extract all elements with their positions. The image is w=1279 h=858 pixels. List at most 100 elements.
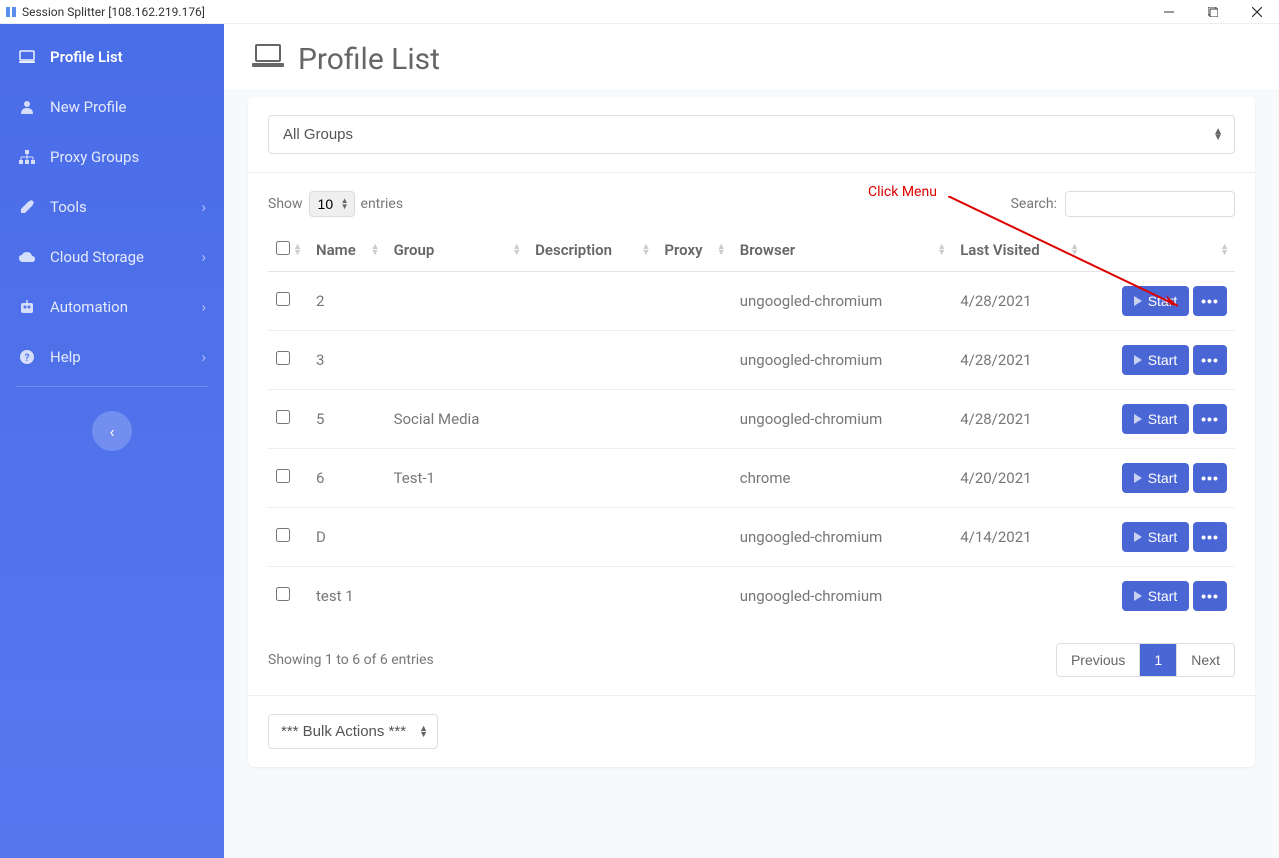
col-browser[interactable]: Browser▲▼ [732,229,952,272]
row-checkbox[interactable] [276,469,290,483]
bulk-actions-select[interactable]: *** Bulk Actions *** [268,714,438,749]
row-checkbox[interactable] [276,292,290,306]
cell-description [527,508,656,567]
search-input[interactable] [1065,191,1235,217]
cell-browser: ungoogled-chromium [732,272,952,331]
sidebar-item-new-profile[interactable]: New Profile [0,82,224,132]
ellipsis-icon: ••• [1201,411,1219,427]
cell-group [386,508,528,567]
ellipsis-icon: ••• [1201,352,1219,368]
next-page-button[interactable]: Next [1177,644,1234,676]
cell-group [386,272,528,331]
col-last-visited[interactable]: Last Visited▲▼ [952,229,1085,272]
cell-last-visited [952,567,1085,626]
cell-browser: chrome [732,449,952,508]
row-checkbox[interactable] [276,410,290,424]
select-all-checkbox[interactable] [276,241,290,255]
table-info: Showing 1 to 6 of 6 entries [268,652,434,668]
sort-icon: ▲▼ [512,244,521,256]
sidebar-item-tools[interactable]: Tools › [0,182,224,232]
chevron-left-icon: ‹ [110,422,115,441]
entries-select[interactable]: 10 [309,191,355,217]
cell-group [386,331,528,390]
row-menu-button[interactable]: ••• [1193,345,1227,375]
start-button[interactable]: Start [1122,286,1190,316]
sort-icon: ▲▼ [641,244,650,256]
sort-icon: ▲▼ [1220,244,1229,256]
col-actions: ▲▼ [1085,229,1235,272]
pagination: Previous1Next [1056,643,1235,677]
table-row: 2 ungoogled-chromium 4/28/2021 Start ••• [268,272,1235,331]
row-menu-button[interactable]: ••• [1193,286,1227,316]
sort-icon: ▲▼ [937,244,946,256]
app-logo-icon [4,5,18,19]
col-description[interactable]: Description▲▼ [527,229,656,272]
row-checkbox[interactable] [276,587,290,601]
show-label: Show [268,196,303,212]
sidebar-item-label: Tools [50,198,87,216]
search-label: Search: [1011,196,1057,212]
monitor-icon [18,48,36,66]
sidebar-item-label: Automation [50,298,128,316]
table-row: test 1 ungoogled-chromium Start ••• [268,567,1235,626]
cell-last-visited: 4/20/2021 [952,449,1085,508]
divider [16,386,208,387]
entries-label: entries [361,196,404,212]
start-button[interactable]: Start [1122,522,1190,552]
row-checkbox[interactable] [276,351,290,365]
cell-name: test 1 [308,567,386,626]
cell-description [527,331,656,390]
profiles-table: ▲▼ Name▲▼Group▲▼Description▲▼Proxy▲▼Brows… [268,229,1235,625]
row-menu-button[interactable]: ••• [1193,404,1227,434]
row-menu-button[interactable]: ••• [1193,581,1227,611]
help-icon: ? [18,348,36,366]
collapse-sidebar-button[interactable]: ‹ [92,411,132,451]
cell-proxy [656,567,731,626]
sidebar-item-help[interactable]: ?Help› [0,332,224,382]
wrench-icon [18,198,36,216]
start-button[interactable]: Start [1122,404,1190,434]
ellipsis-icon: ••• [1201,293,1219,309]
cell-name: 6 [308,449,386,508]
col-group[interactable]: Group▲▼ [386,229,528,272]
row-menu-button[interactable]: ••• [1193,522,1227,552]
sidebar-item-label: Profile List [50,48,123,66]
sidebar-item-label: Help [50,348,81,366]
start-button[interactable]: Start [1122,463,1190,493]
cell-proxy [656,331,731,390]
cell-description [527,390,656,449]
ellipsis-icon: ••• [1201,470,1219,486]
sidebar-item-cloud-storage[interactable]: Cloud Storage› [0,232,224,282]
cell-last-visited: 4/28/2021 [952,331,1085,390]
sidebar-item-label: Proxy Groups [50,148,139,166]
group-filter-select[interactable]: All Groups [268,115,1235,154]
cell-browser: ungoogled-chromium [732,331,952,390]
window-close[interactable] [1235,0,1279,24]
cell-group: Social Media [386,390,528,449]
page-1-button[interactable]: 1 [1140,644,1177,676]
window-maximize[interactable] [1191,0,1235,24]
row-menu-button[interactable]: ••• [1193,463,1227,493]
chevron-right-icon: › [201,248,206,266]
start-button[interactable]: Start [1122,345,1190,375]
chevron-right-icon: › [201,298,206,316]
chevron-right-icon: › [201,198,206,216]
sidebar-item-profile-list[interactable]: Profile List [0,32,224,82]
prev-page-button[interactable]: Previous [1057,644,1140,676]
sort-icon: ▲▼ [1070,244,1079,256]
table-row: 3 ungoogled-chromium 4/28/2021 Start ••• [268,331,1235,390]
window-minimize[interactable] [1147,0,1191,24]
table-row: D ungoogled-chromium 4/14/2021 Start ••• [268,508,1235,567]
cell-group [386,567,528,626]
col-name[interactable]: Name▲▼ [308,229,386,272]
col-proxy[interactable]: Proxy▲▼ [656,229,731,272]
cell-last-visited: 4/28/2021 [952,272,1085,331]
svg-text:?: ? [25,353,30,364]
cell-name: 5 [308,390,386,449]
table-row: 6 Test-1 chrome 4/20/2021 Start ••• [268,449,1235,508]
sort-icon: ▲▼ [293,244,302,256]
start-button[interactable]: Start [1122,581,1190,611]
sidebar-item-proxy-groups[interactable]: Proxy Groups [0,132,224,182]
row-checkbox[interactable] [276,528,290,542]
sidebar-item-automation[interactable]: Automation › [0,282,224,332]
